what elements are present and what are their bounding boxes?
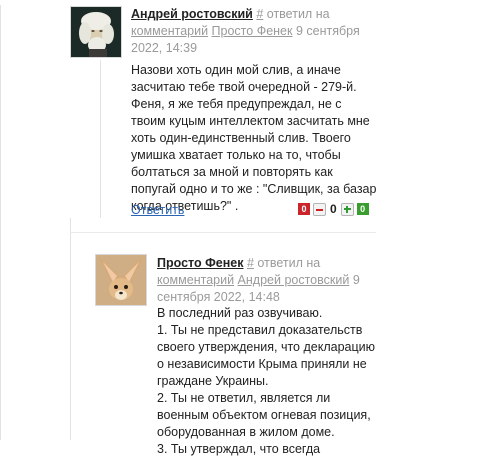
comment-permalink[interactable]: # bbox=[256, 7, 263, 21]
thread-line bbox=[100, 60, 101, 218]
comment-line: о независимости Крыма приняли не bbox=[157, 357, 367, 371]
comment-permalink[interactable]: # bbox=[247, 256, 254, 270]
comment-author-link[interactable]: Андрей ростовский bbox=[131, 7, 253, 21]
parent-comment-link[interactable]: комментарий bbox=[157, 273, 234, 287]
comment-time: 2022, 14:39 bbox=[131, 41, 198, 55]
comment-line: умишка хватает только на то, чтобы bbox=[131, 148, 341, 162]
comment-time: сентября 2022, 14:48 bbox=[157, 290, 280, 304]
comment-line: В последний раз озвучиваю. bbox=[157, 306, 323, 320]
replied-to-author-link[interactable]: Андрей ростовский bbox=[238, 273, 350, 287]
vote-score: 0 bbox=[330, 202, 337, 216]
replied-label: ответил на bbox=[266, 7, 330, 21]
comment-line: болтаться за мной и повторять как bbox=[131, 165, 333, 179]
thread-line bbox=[0, 5, 1, 440]
comment-line: попугай одно и то же : "Сливщик, за база… bbox=[131, 182, 377, 196]
comment-line: оборудованная в жилом доме. bbox=[157, 425, 335, 439]
comment-header: Андрей ростовский # ответил на комментар… bbox=[131, 6, 376, 57]
comment-line: Феня, я же тебя предупреждал, не с bbox=[131, 97, 342, 111]
comment-author-link[interactable]: Просто Фенек bbox=[157, 256, 244, 270]
comment-line: твоим куцым интеллектом засчитать мне bbox=[131, 114, 370, 128]
comment-line: 3. Ты утверждал, что всегда bbox=[157, 442, 321, 456]
comment-body: В последний раз озвучиваю. 1. Ты не пред… bbox=[157, 305, 387, 458]
comment-header: Просто Фенек # ответил на комментарий Ан… bbox=[157, 255, 377, 306]
comment-line: военным объектом огневая позиция, bbox=[157, 408, 371, 422]
vote-widget: 0 0 0 bbox=[298, 202, 369, 216]
avatar-portrait-image bbox=[71, 7, 121, 57]
thread-line bbox=[70, 218, 71, 440]
comment-line: засчитаю тебе твой очередной - 279-й. bbox=[131, 80, 357, 94]
comment-date: 9 bbox=[352, 273, 360, 287]
comment-line: 1. Ты не представил доказательств bbox=[157, 323, 363, 337]
upvote-button[interactable] bbox=[340, 202, 354, 216]
upvote-count-badge: 0 bbox=[356, 203, 369, 215]
comment-line: хоть один-единственный слив. Твоего bbox=[131, 131, 351, 145]
replied-label: ответил на bbox=[257, 256, 321, 270]
replied-to-author-link[interactable]: Просто Фенек bbox=[212, 24, 293, 38]
comment-line: граждане Украины. bbox=[157, 374, 269, 388]
comment-line: своего утверждения, что декларацию bbox=[157, 340, 375, 354]
downvote-count-badge: 0 bbox=[298, 203, 310, 215]
comment-date: 9 сентября bbox=[295, 24, 360, 38]
parent-comment-link[interactable]: комментарий bbox=[131, 24, 208, 38]
comment-line: 2. Ты не ответил, является ли bbox=[157, 391, 331, 405]
avatar[interactable] bbox=[70, 6, 122, 58]
avatar[interactable] bbox=[95, 254, 147, 306]
downvote-button[interactable] bbox=[313, 202, 326, 216]
avatar-fennec-fox-image bbox=[96, 255, 146, 305]
comment-line: Назови хоть один мой слив, а иначе bbox=[131, 63, 341, 77]
comment-separator bbox=[70, 232, 376, 233]
comment-body: Назови хоть один мой слив, а иначе засчи… bbox=[131, 62, 381, 215]
reply-button[interactable]: Ответить bbox=[131, 203, 184, 217]
